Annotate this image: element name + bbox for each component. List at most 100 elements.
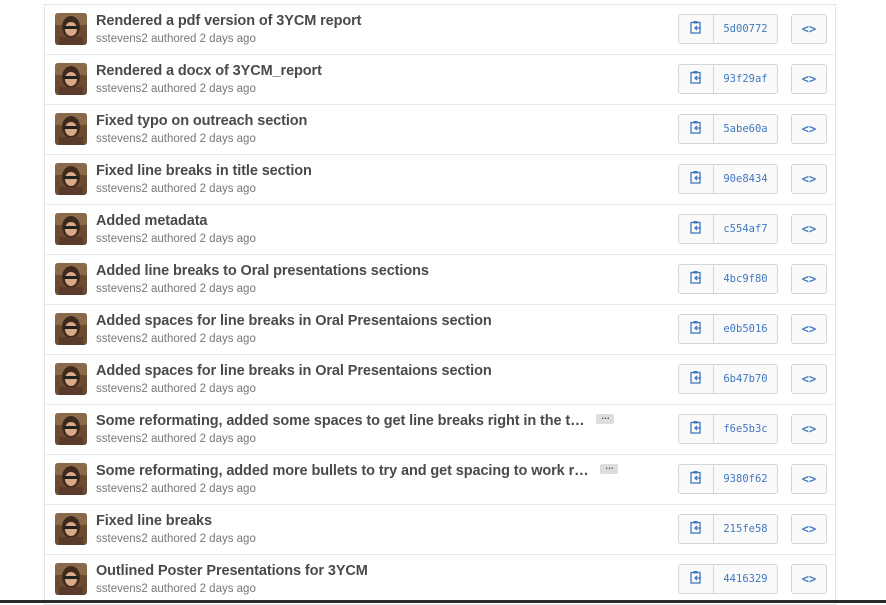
- commit-title[interactable]: Added metadata: [96, 213, 208, 229]
- copy-sha-button[interactable]: [678, 264, 714, 294]
- commit-sha-button[interactable]: 93f29af: [714, 64, 778, 94]
- copy-sha-button[interactable]: [678, 164, 714, 194]
- commit-author[interactable]: sstevens2: [96, 183, 148, 195]
- commit-message-link[interactable]: Fixed typo on outreach section: [96, 113, 307, 129]
- commit-sha-button[interactable]: 5abe60a: [714, 114, 778, 144]
- copy-sha-button[interactable]: [678, 514, 714, 544]
- commit-meta: sstevens2 authored 2 days ago: [96, 333, 256, 345]
- avatar[interactable]: [55, 63, 87, 95]
- copy-sha-button[interactable]: [678, 214, 714, 244]
- avatar[interactable]: [55, 263, 87, 295]
- commit-author[interactable]: sstevens2: [96, 583, 148, 595]
- clippy-icon: [689, 20, 703, 39]
- commit-message-link[interactable]: Rendered a docx of 3YCM_report: [96, 63, 322, 79]
- clippy-icon: [689, 570, 703, 589]
- commit-author[interactable]: sstevens2: [96, 83, 148, 95]
- commit-message-link[interactable]: Fixed line breaks in title section: [96, 163, 312, 179]
- copy-sha-button[interactable]: [678, 64, 714, 94]
- commit-title[interactable]: Outlined Poster Presentations for 3YCM: [96, 563, 368, 579]
- commit-author[interactable]: sstevens2: [96, 33, 148, 45]
- commit-author[interactable]: sstevens2: [96, 533, 148, 545]
- avatar[interactable]: [55, 463, 87, 495]
- commit-sha-button[interactable]: 90e8434: [714, 164, 778, 194]
- commit-author[interactable]: sstevens2: [96, 333, 148, 345]
- commit-message-link[interactable]: Added spaces for line breaks in Oral Pre…: [96, 363, 492, 379]
- commit-row: Rendered a docx of 3YCM_report sstevens2…: [45, 55, 835, 105]
- avatar[interactable]: [55, 563, 87, 595]
- commit-sha-button[interactable]: 4416329: [714, 564, 778, 594]
- browse-repo-button[interactable]: <>: [791, 164, 827, 194]
- commit-message-link[interactable]: Added line breaks to Oral presentations …: [96, 263, 429, 279]
- commit-message-link[interactable]: Added spaces for line breaks in Oral Pre…: [96, 313, 492, 329]
- commit-message-link[interactable]: Fixed line breaks: [96, 513, 212, 529]
- commit-sha-button[interactable]: f6e5b3c: [714, 414, 778, 444]
- copy-sha-button[interactable]: [678, 414, 714, 444]
- commit-row: Fixed line breaks in title section sstev…: [45, 155, 835, 205]
- commit-title[interactable]: Added spaces for line breaks in Oral Pre…: [96, 313, 492, 329]
- copy-sha-button[interactable]: [678, 464, 714, 494]
- commit-author[interactable]: sstevens2: [96, 283, 148, 295]
- avatar[interactable]: [55, 213, 87, 245]
- commit-title[interactable]: Added line breaks to Oral presentations …: [96, 263, 429, 279]
- avatar[interactable]: [55, 13, 87, 45]
- browse-repo-button[interactable]: <>: [791, 264, 827, 294]
- avatar[interactable]: [55, 363, 87, 395]
- browse-repo-button[interactable]: <>: [791, 364, 827, 394]
- commit-title[interactable]: Rendered a pdf version of 3YCM report: [96, 13, 362, 29]
- commit-meta: sstevens2 authored 2 days ago: [96, 533, 256, 545]
- commit-date: authored 2 days ago: [150, 583, 256, 595]
- avatar[interactable]: [55, 163, 87, 195]
- browse-repo-button[interactable]: <>: [791, 314, 827, 344]
- commit-title[interactable]: Some reformating, added more bullets to …: [96, 462, 619, 479]
- commit-author[interactable]: sstevens2: [96, 483, 148, 495]
- commit-title[interactable]: Fixed line breaks: [96, 513, 212, 529]
- commit-author[interactable]: sstevens2: [96, 433, 148, 445]
- sha-button-group: 4416329: [678, 564, 778, 594]
- commit-title[interactable]: Fixed line breaks in title section: [96, 163, 312, 179]
- copy-sha-button[interactable]: [678, 314, 714, 344]
- commit-sha-button[interactable]: 4bc9f80: [714, 264, 778, 294]
- commit-sha-button[interactable]: 5d00772: [714, 14, 778, 44]
- browse-repo-button[interactable]: <>: [791, 514, 827, 544]
- commit-sha-button[interactable]: 6b47b70: [714, 364, 778, 394]
- commit-title[interactable]: Added spaces for line breaks in Oral Pre…: [96, 363, 492, 379]
- browse-repo-button[interactable]: <>: [791, 214, 827, 244]
- commit-row: Fixed typo on outreach section sstevens2…: [45, 105, 835, 155]
- browse-repo-button[interactable]: <>: [791, 464, 827, 494]
- commit-title[interactable]: Fixed typo on outreach section: [96, 113, 307, 129]
- ellipsis-icon[interactable]: …: [600, 462, 619, 475]
- browse-repo-button[interactable]: <>: [791, 14, 827, 44]
- avatar[interactable]: [55, 113, 87, 145]
- avatar[interactable]: [55, 413, 87, 445]
- copy-sha-button[interactable]: [678, 14, 714, 44]
- commit-message-link[interactable]: Rendered a pdf version of 3YCM report: [96, 13, 362, 29]
- commit-row: Rendered a pdf version of 3YCM report ss…: [45, 5, 835, 55]
- commit-sha-button[interactable]: 9380f62: [714, 464, 778, 494]
- commit-author[interactable]: sstevens2: [96, 133, 148, 145]
- copy-sha-button[interactable]: [678, 114, 714, 144]
- commit-title[interactable]: Rendered a docx of 3YCM_report: [96, 63, 322, 79]
- commit-message-link[interactable]: Some reformating, added more bullets to …: [96, 463, 589, 479]
- commit-message-link[interactable]: Outlined Poster Presentations for 3YCM: [96, 563, 368, 579]
- avatar[interactable]: [55, 513, 87, 545]
- commit-message-link[interactable]: Added metadata: [96, 213, 208, 229]
- commit-author[interactable]: sstevens2: [96, 233, 148, 245]
- browse-repo-button[interactable]: <>: [791, 114, 827, 144]
- ellipsis-icon[interactable]: …: [596, 412, 615, 425]
- commit-title[interactable]: Some reformating, added some spaces to g…: [96, 412, 615, 429]
- clippy-icon: [689, 370, 703, 389]
- code-icon: <>: [801, 222, 817, 236]
- commit-meta: sstevens2 authored 2 days ago: [96, 133, 256, 145]
- browse-repo-button[interactable]: <>: [791, 414, 827, 444]
- commit-author[interactable]: sstevens2: [96, 383, 148, 395]
- commit-sha-button[interactable]: c554af7: [714, 214, 778, 244]
- browse-repo-button[interactable]: <>: [791, 64, 827, 94]
- copy-sha-button[interactable]: [678, 564, 714, 594]
- browse-repo-button[interactable]: <>: [791, 564, 827, 594]
- avatar[interactable]: [55, 313, 87, 345]
- commit-message-link[interactable]: Some reformating, added some spaces to g…: [96, 413, 585, 429]
- commit-sha-button[interactable]: e0b5016: [714, 314, 778, 344]
- code-icon: <>: [801, 322, 817, 336]
- commit-sha-button[interactable]: 215fe58: [714, 514, 778, 544]
- copy-sha-button[interactable]: [678, 364, 714, 394]
